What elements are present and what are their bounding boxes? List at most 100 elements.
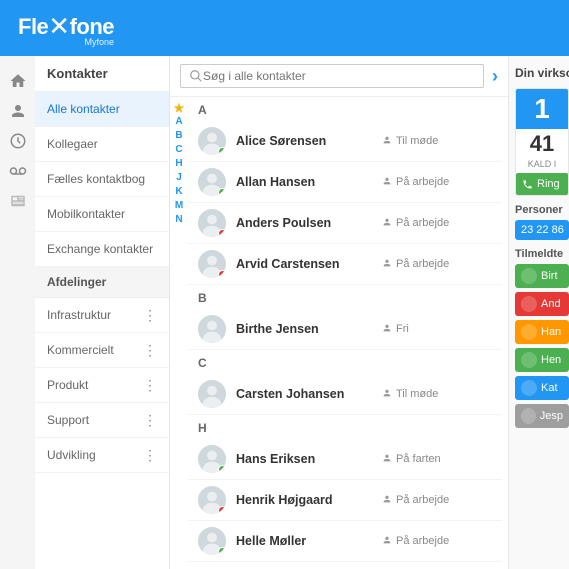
contact-list[interactable]: A Alice Sørensen Til møde Allan Hansen P…: [188, 97, 508, 569]
ring-button[interactable]: Ring: [516, 173, 568, 195]
alpha-letter[interactable]: B: [170, 129, 188, 143]
group-header: C: [188, 350, 502, 374]
contact-row[interactable]: Helle Møller På arbejde: [188, 521, 502, 562]
tag-avatar: [521, 296, 537, 312]
contact-name: Anders Poulsen: [236, 216, 382, 230]
alpha-letter[interactable]: C: [170, 143, 188, 157]
presence-dot: [218, 270, 226, 278]
person-icon[interactable]: [0, 96, 35, 126]
sidebar-item[interactable]: Mobilkontakter: [35, 197, 169, 232]
contact-status: Til møde: [382, 135, 492, 148]
more-icon[interactable]: ⋮: [143, 450, 157, 460]
star-icon[interactable]: ★: [170, 101, 188, 115]
tag-avatar: [521, 268, 537, 284]
news-icon[interactable]: [0, 186, 35, 216]
avatar: [198, 380, 226, 408]
search-input[interactable]: [203, 69, 475, 83]
contact-row[interactable]: Henrik Højgaard På arbejde: [188, 480, 502, 521]
person-small-icon: [382, 323, 392, 336]
person-tag[interactable]: Han: [515, 320, 569, 344]
contact-status: På arbejde: [382, 535, 492, 548]
alpha-letter[interactable]: A: [170, 115, 188, 129]
expand-chevron-icon[interactable]: ›: [492, 66, 498, 87]
alpha-index[interactable]: ★ ABCHJKMN: [170, 97, 188, 569]
avatar: [198, 209, 226, 237]
alpha-letter[interactable]: J: [170, 171, 188, 185]
queue-count: 41: [516, 129, 568, 159]
alpha-letter[interactable]: M: [170, 199, 188, 213]
avatar: [198, 168, 226, 196]
person-tag[interactable]: And: [515, 292, 569, 316]
contact-status: Til møde: [382, 388, 492, 401]
logo: Fle✕fone Myfone: [18, 10, 114, 47]
contact-name: Henrik Højgaard: [236, 493, 382, 507]
contact-row[interactable]: Hans Eriksen På farten: [188, 439, 502, 480]
search-input-container[interactable]: [180, 64, 484, 88]
tag-avatar: [521, 380, 537, 396]
person-small-icon: [382, 453, 392, 466]
person-tag[interactable]: Jesp: [515, 404, 569, 428]
avatar: [198, 127, 226, 155]
phone-icon: [522, 179, 533, 190]
more-icon[interactable]: ⋮: [143, 380, 157, 390]
group-header: A: [188, 97, 502, 121]
sidebar: Kontakter Alle kontakterKollegaerFælles …: [35, 56, 170, 569]
contact-row[interactable]: Alice Sørensen Til møde: [188, 121, 502, 162]
more-icon[interactable]: ⋮: [143, 345, 157, 355]
sidebar-item[interactable]: Kollegaer: [35, 127, 169, 162]
queue-card: 1 41 KALD I Ring: [515, 88, 569, 196]
contact-status: Fri: [382, 323, 492, 336]
queue-label: KALD I: [516, 159, 568, 173]
person-tag[interactable]: Kat: [515, 376, 569, 400]
contact-name: Hans Eriksen: [236, 452, 382, 466]
sidebar-dept-item[interactable]: Infrastruktur⋮: [35, 298, 169, 333]
sidebar-item[interactable]: Fælles kontaktbog: [35, 162, 169, 197]
contact-row[interactable]: Birthe Jensen Fri: [188, 309, 502, 350]
sidebar-item[interactable]: Exchange kontakter: [35, 232, 169, 267]
contact-name: Arvid Carstensen: [236, 257, 382, 271]
presence-dot: [218, 147, 226, 155]
person-small-icon: [382, 494, 392, 507]
more-icon[interactable]: ⋮: [143, 310, 157, 320]
contact-name: Alice Sørensen: [236, 134, 382, 148]
person-small-icon: [382, 217, 392, 230]
presence-dot: [218, 229, 226, 237]
person-small-icon: [382, 176, 392, 189]
phone-tag[interactable]: 23 22 86: [515, 220, 569, 240]
contact-row[interactable]: Anders Poulsen På arbejde: [188, 203, 502, 244]
sidebar-dept-item[interactable]: Produkt⋮: [35, 368, 169, 403]
contact-status: På arbejde: [382, 494, 492, 507]
alpha-letter[interactable]: K: [170, 185, 188, 199]
more-icon[interactable]: ⋮: [143, 415, 157, 425]
sidebar-title: Kontakter: [35, 56, 169, 92]
group-header: H: [188, 415, 502, 439]
contact-status: På arbejde: [382, 258, 492, 271]
avatar: [198, 445, 226, 473]
contact-status: På arbejde: [382, 176, 492, 189]
sidebar-dept-item[interactable]: Kommercielt⋮: [35, 333, 169, 368]
alpha-letter[interactable]: N: [170, 213, 188, 227]
person-tag[interactable]: Hen: [515, 348, 569, 372]
home-icon[interactable]: [0, 66, 35, 96]
tag-avatar: [521, 408, 536, 424]
contact-row[interactable]: Arvid Carstensen På arbejde: [188, 244, 502, 285]
sidebar-section-depts: Afdelinger: [35, 267, 169, 298]
avatar: [198, 486, 226, 514]
right-title: Din virkso: [515, 66, 569, 88]
company-panel: Din virkso 1 41 KALD I Ring Personer 23 …: [509, 56, 569, 569]
sidebar-dept-item[interactable]: Udvikling⋮: [35, 438, 169, 473]
clock-icon[interactable]: [0, 126, 35, 156]
alpha-letter[interactable]: H: [170, 157, 188, 171]
person-tag[interactable]: Birt: [515, 264, 569, 288]
icon-rail: [0, 56, 35, 569]
person-small-icon: [382, 535, 392, 548]
sidebar-dept-item[interactable]: Support⋮: [35, 403, 169, 438]
contact-row[interactable]: Carsten Johansen Til møde: [188, 374, 502, 415]
tag-avatar: [521, 324, 537, 340]
voicemail-icon[interactable]: [0, 156, 35, 186]
avatar: [198, 315, 226, 343]
contact-row[interactable]: Allan Hansen På arbejde: [188, 162, 502, 203]
group-header: J: [188, 562, 502, 569]
avatar: [198, 250, 226, 278]
sidebar-item[interactable]: Alle kontakter: [35, 92, 169, 127]
